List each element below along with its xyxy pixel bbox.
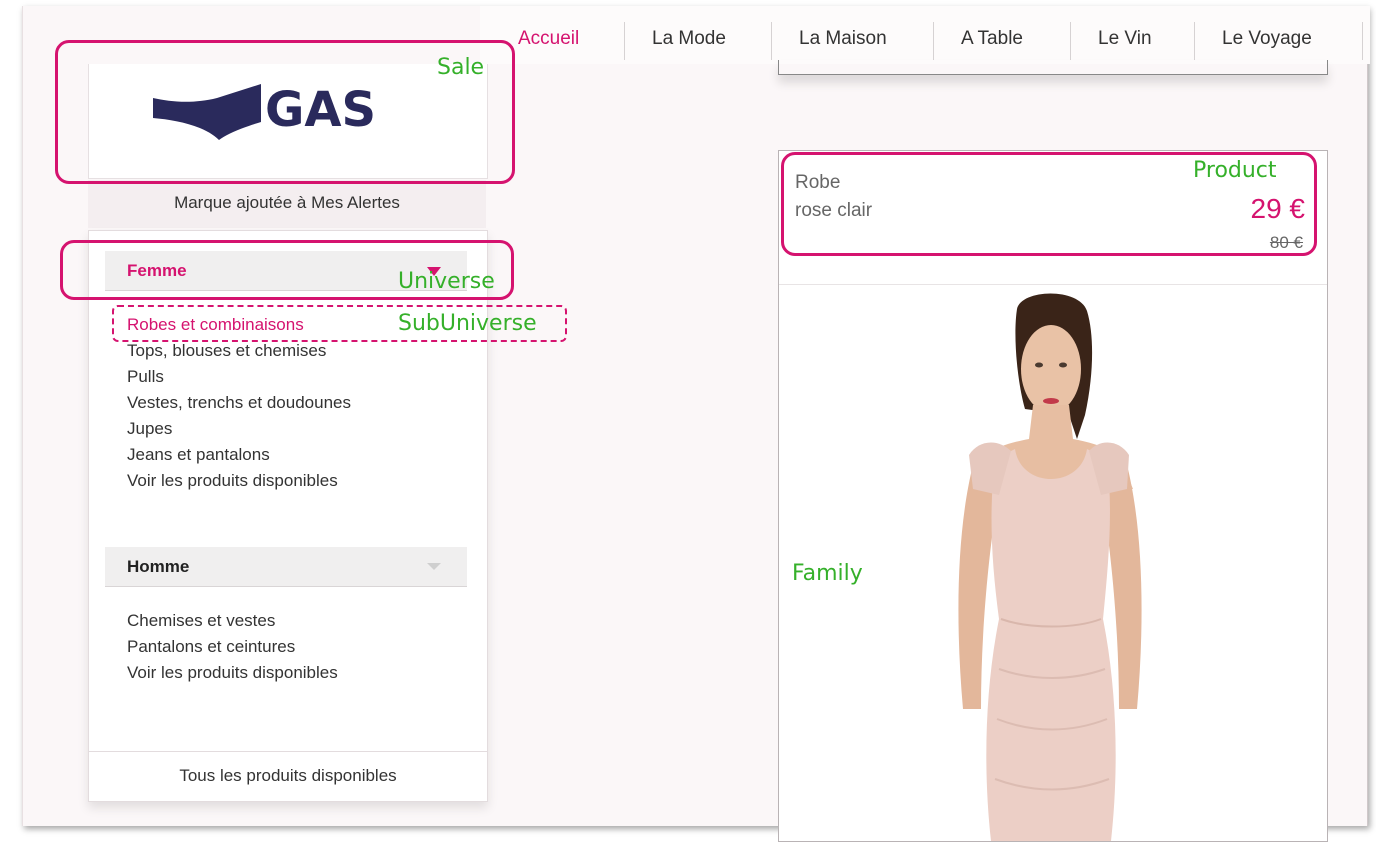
subuniverse-vestes[interactable]: Vestes, trenchs et doudounes: [127, 393, 351, 413]
subuniverse-jupes[interactable]: Jupes: [127, 419, 172, 439]
model-eye: [1035, 362, 1043, 368]
all-products-link[interactable]: Tous les produits disponibles: [89, 751, 487, 802]
nav-la-mode[interactable]: La Mode: [652, 28, 726, 50]
brand-alert-message: Marque ajoutée à Mes Alertes: [88, 180, 486, 228]
top-nav: Accueil La Mode La Maison A Table Le Vin…: [480, 6, 1370, 64]
femme-see-all-link[interactable]: Voir les produits disponibles: [127, 471, 338, 491]
nav-accueil[interactable]: Accueil: [518, 28, 579, 50]
subuniverse-pantalons[interactable]: Pantalons et ceintures: [127, 637, 295, 657]
nav-separator: [1070, 22, 1071, 60]
annotation-universe-label: Universe: [398, 269, 495, 294]
nav-la-maison[interactable]: La Maison: [799, 28, 887, 50]
nav-a-table[interactable]: A Table: [961, 28, 1023, 50]
subuniverse-pulls[interactable]: Pulls: [127, 367, 164, 387]
universe-label: Homme: [127, 557, 190, 576]
annotation-subuniverse-label: SubUniverse: [398, 311, 537, 336]
nav-le-vin[interactable]: Le Vin: [1098, 28, 1152, 50]
product-photo[interactable]: [929, 289, 1169, 841]
nav-separator: [933, 22, 934, 60]
annotation-product-label: Product: [1193, 158, 1277, 183]
model-eye: [1059, 362, 1067, 368]
nav-separator: [624, 22, 625, 60]
homme-see-all-link[interactable]: Voir les produits disponibles: [127, 663, 338, 683]
subuniverse-chemises[interactable]: Chemises et vestes: [127, 611, 275, 631]
universe-header-homme[interactable]: Homme: [105, 547, 467, 587]
nav-separator: [1194, 22, 1195, 60]
subuniverse-jeans[interactable]: Jeans et pantalons: [127, 445, 270, 465]
nav-le-voyage[interactable]: Le Voyage: [1222, 28, 1312, 50]
nav-separator: [1362, 22, 1363, 60]
subuniverse-tops[interactable]: Tops, blouses et chemises: [127, 341, 326, 361]
dropdown-panel-edge: [778, 60, 1328, 75]
nav-separator: [771, 22, 772, 60]
model-lips: [1043, 398, 1059, 404]
annotation-family-label: Family: [792, 561, 863, 586]
chevron-down-icon: [427, 563, 441, 570]
annotation-sale-label: Sale: [437, 55, 485, 80]
